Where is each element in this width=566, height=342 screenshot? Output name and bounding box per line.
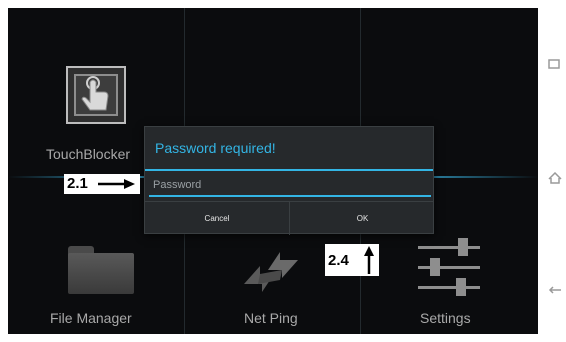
password-input[interactable] [149, 175, 431, 197]
folder-icon[interactable] [68, 246, 134, 294]
password-dialog: Password required! Cancel OK [144, 126, 434, 235]
annotation-label: 2.1 [67, 175, 88, 192]
app-label-net-ping[interactable]: Net Ping [244, 310, 298, 326]
app-label-file-manager[interactable]: File Manager [50, 310, 132, 326]
recent-apps-icon[interactable] [548, 58, 560, 70]
cancel-button[interactable]: Cancel [145, 202, 290, 235]
arrows-icon[interactable] [240, 244, 302, 300]
arrow-up-icon [364, 246, 374, 274]
dialog-button-row: Cancel OK [145, 201, 433, 235]
navigation-bar [538, 0, 566, 342]
ok-button[interactable]: OK [290, 202, 435, 235]
annotation-step-2-4: 2.4 [325, 244, 379, 276]
dialog-title: Password required! [155, 140, 276, 156]
back-icon[interactable] [548, 284, 562, 296]
touchblocker-icon[interactable] [66, 66, 126, 124]
annotation-step-2-1: 2.1 [64, 174, 140, 194]
app-label-touchblocker[interactable]: TouchBlocker [46, 146, 130, 162]
home-icon[interactable] [548, 172, 562, 184]
annotation-label: 2.4 [328, 252, 349, 269]
sliders-icon[interactable] [418, 236, 480, 296]
dialog-divider [145, 169, 433, 171]
arrow-right-icon [98, 179, 135, 189]
app-label-settings[interactable]: Settings [420, 310, 471, 326]
